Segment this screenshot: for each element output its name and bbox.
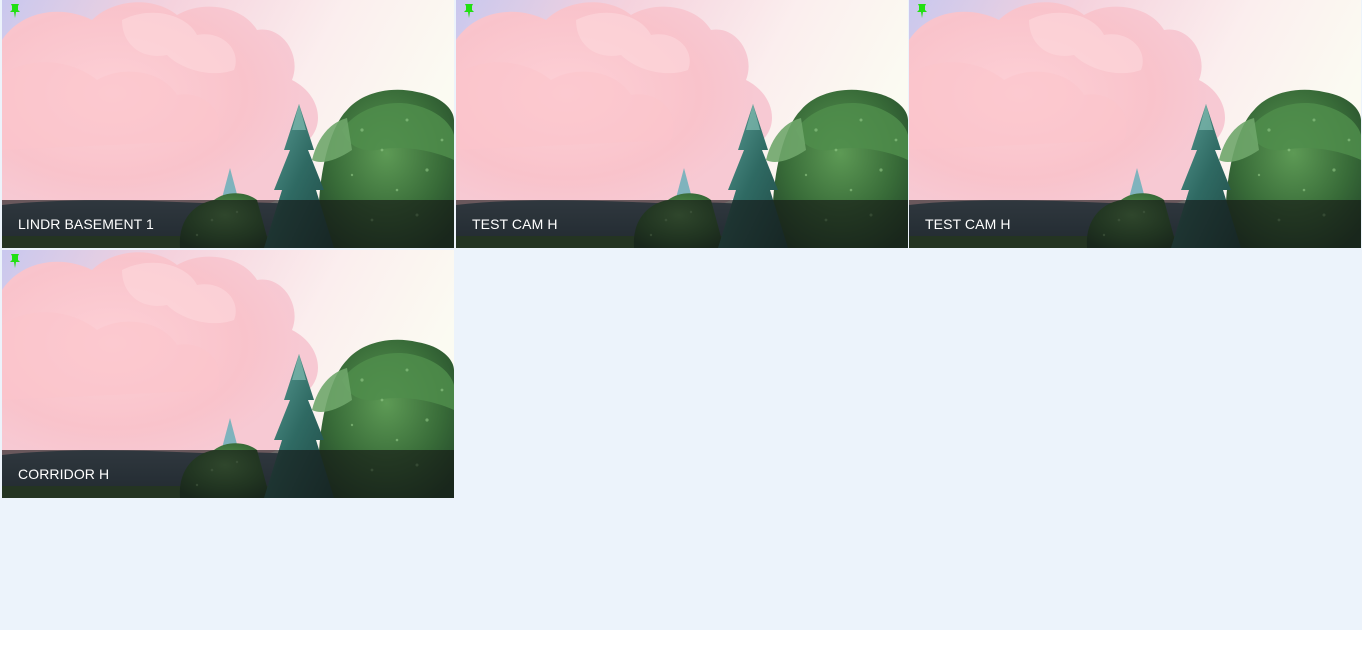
camera-grid: LINDR BASEMENT 1 TEST CAM H TEST CAM H C…: [2, 0, 1362, 500]
camera-tile[interactable]: TEST CAM H: [909, 0, 1361, 248]
pin-icon[interactable]: [8, 253, 22, 269]
camera-tile[interactable]: TEST CAM H: [456, 0, 908, 248]
pin-icon[interactable]: [915, 3, 929, 19]
pin-icon[interactable]: [8, 3, 22, 19]
camera-name: CORRIDOR H: [18, 466, 110, 482]
camera-caption-bar: TEST CAM H: [909, 200, 1361, 248]
camera-name: TEST CAM H: [472, 216, 558, 232]
camera-caption-bar: LINDR BASEMENT 1: [2, 200, 454, 248]
camera-grid-viewport: LINDR BASEMENT 1 TEST CAM H TEST CAM H C…: [0, 0, 1362, 630]
camera-name: LINDR BASEMENT 1: [18, 216, 154, 232]
pin-icon[interactable]: [462, 3, 476, 19]
camera-caption-bar: CORRIDOR H: [2, 450, 454, 498]
camera-tile[interactable]: LINDR BASEMENT 1: [2, 0, 454, 248]
camera-caption-bar: TEST CAM H: [456, 200, 908, 248]
camera-tile[interactable]: CORRIDOR H: [2, 250, 454, 498]
camera-name: TEST CAM H: [925, 216, 1011, 232]
